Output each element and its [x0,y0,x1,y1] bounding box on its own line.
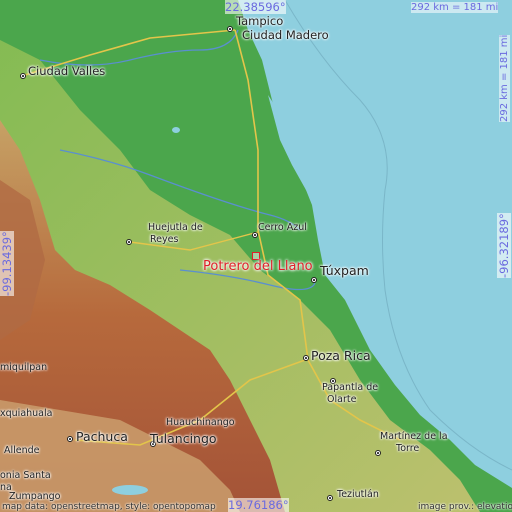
bottom-latitude-label: 19.76186° [228,498,289,512]
city-label-huejutla-1: Huejutla de [148,222,203,233]
city-label-ixmiquilpan: miquilpan [0,362,48,373]
city-label-huauchinango: Huauchinango [166,417,235,428]
city-label-huejutla-2: Reyes [150,234,179,245]
city-label-tampico: Tampico [236,14,284,28]
city-marker-poza-rica[interactable] [303,355,309,361]
city-label-teziutlan: Teziutlán [337,489,379,500]
lake [172,127,180,133]
city-label-tulancingo: Tulancingo [150,431,217,446]
city-label-tizayuca-1: onia Santa [0,470,51,481]
city-label-zumpango: Zumpango [9,491,61,502]
city-marker-ciudad-valles[interactable] [20,73,26,79]
city-label-poza-rica: Poza Rica [311,348,371,363]
city-marker-martinez-de-la-torre[interactable] [375,450,381,456]
city-marker-teziutlan[interactable] [327,495,333,501]
city-marker-pachuca[interactable] [67,436,73,442]
city-label-cerro-azul: Cerro Azul [258,222,307,233]
city-label-papantla-1: Papantla de [322,382,379,393]
city-marker-huejutla[interactable] [126,239,132,245]
lake [112,485,148,495]
city-label-martinez-1: Martínez de la [380,431,448,442]
city-marker-tuxpam[interactable] [311,277,317,283]
city-label-tuxpam: Túxpam [320,263,369,278]
map-view[interactable]: Tampico Ciudad Madero Ciudad Valles Huej… [0,0,512,512]
city-label-ciudad-valles: Ciudad Valles [28,64,106,78]
left-longitude-label: -99.13439° [0,231,14,296]
city-label-pachuca: Pachuca [76,429,128,444]
top-latitude-label: 22.38596° [225,0,286,14]
target-location-label: Potrero del Llano [203,259,313,274]
city-label-allende: Allende [4,445,40,456]
horizontal-scale-label: 292 km = 181 mi [411,2,499,13]
city-marker-tampico[interactable] [227,26,233,32]
vertical-scale-label: 292 km = 181 mi [499,34,510,122]
city-label-papantla-2: Olarte [327,394,357,405]
city-label-ixquiahuala: xquiahuala [0,408,53,419]
right-longitude-label: -96.32189° [497,213,511,278]
city-label-ciudad-madero: Ciudad Madero [242,28,329,42]
city-label-martinez-2: Torre [396,443,420,454]
image-credit: image prov.: elevation.city [418,502,512,512]
map-credit: map data: openstreetmap, style: opentopo… [2,502,216,512]
